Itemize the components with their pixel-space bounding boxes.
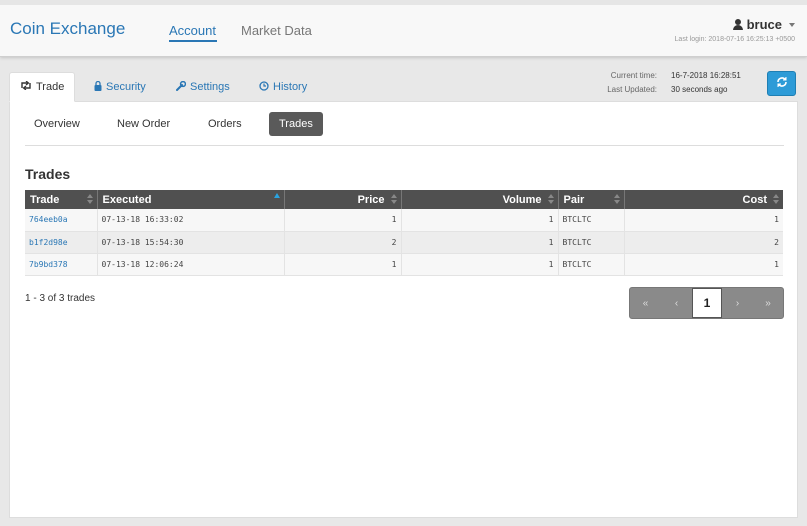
cost-cell: 1 — [624, 253, 783, 276]
refresh-icon — [776, 76, 788, 91]
col-header-price[interactable]: Price — [284, 190, 402, 209]
caret-down-icon — [789, 22, 795, 27]
executed-cell: 07-13-18 12:06:24 — [97, 253, 285, 276]
nav-account-underline — [169, 40, 217, 42]
tab-settings-label: Settings — [190, 81, 230, 93]
pagination: « ‹ 1 › » — [629, 287, 784, 319]
top-navbar: Coin Exchange Account Market Data bruce … — [0, 0, 807, 57]
col-header-price-label: Price — [357, 193, 385, 206]
current-time-value: 16-7-2018 16:28:51 — [671, 71, 741, 80]
pager-next-button[interactable]: › — [722, 288, 753, 318]
sort-icon — [390, 194, 397, 205]
trade-id-link[interactable]: 7b9bd378 — [25, 253, 98, 276]
cost-cell: 1 — [624, 209, 783, 232]
col-header-volume[interactable]: Volume — [401, 190, 559, 209]
price-cell: 1 — [284, 209, 402, 232]
sort-icon — [86, 194, 93, 205]
col-header-cost-label: Cost — [742, 193, 767, 206]
executed-cell: 07-13-18 16:33:02 — [97, 209, 285, 232]
col-header-executed[interactable]: Executed — [97, 190, 285, 209]
nav-account[interactable]: Account — [169, 23, 216, 38]
sort-icon — [773, 194, 779, 205]
trade-id-link[interactable]: b1f2d98e — [25, 231, 98, 254]
trades-table: Trade Executed Price Volume Pair Cost 76… — [25, 190, 783, 276]
subnav-new-order[interactable]: New Order — [107, 112, 180, 136]
volume-cell: 1 — [401, 231, 559, 254]
tab-trade-label: Trade — [36, 81, 65, 93]
tab-settings[interactable]: Settings — [166, 72, 240, 102]
refresh-button[interactable] — [767, 71, 796, 96]
pager-first-button[interactable]: « — [630, 288, 661, 318]
sort-icon — [547, 194, 554, 205]
col-header-executed-label: Executed — [102, 193, 152, 206]
pair-cell: BTCLTC — [558, 231, 625, 254]
brand-logo[interactable]: Coin Exchange — [10, 19, 125, 39]
tab-history-label: History — [273, 81, 308, 93]
user-menu[interactable]: bruce — [732, 17, 795, 32]
subnav-orders[interactable]: Orders — [198, 112, 252, 136]
table-row[interactable]: b1f2d98e 07-13-18 15:54:30 2 1 BTCLTC 2 — [25, 231, 783, 254]
col-header-cost[interactable]: Cost — [624, 190, 783, 209]
time-info: Current time: 16-7-2018 16:28:51 Last Up… — [587, 69, 757, 99]
executed-cell: 07-13-18 15:54:30 — [97, 231, 285, 254]
tab-security-label: Security — [106, 81, 146, 93]
table-header-row: Trade Executed Price Volume Pair Cost — [25, 190, 783, 209]
pager-current-page[interactable]: 1 — [692, 288, 722, 318]
col-header-trade-label: Trade — [30, 193, 60, 206]
volume-cell: 1 — [401, 209, 559, 232]
trade-id-link[interactable]: 764eeb0a — [25, 209, 98, 232]
cost-cell: 2 — [624, 231, 783, 254]
tab-trade[interactable]: Trade — [9, 72, 76, 102]
user-icon — [732, 19, 743, 30]
col-header-pair-label: Pair — [563, 193, 585, 206]
subnav-overview[interactable]: Overview — [24, 112, 90, 136]
clock-icon — [259, 80, 269, 94]
price-cell: 1 — [284, 253, 402, 276]
pager-prev-button[interactable]: ‹ — [661, 288, 692, 318]
volume-cell: 1 — [401, 253, 559, 276]
nav-market-data[interactable]: Market Data — [241, 23, 312, 38]
col-header-pair[interactable]: Pair — [558, 190, 625, 209]
lock-icon — [94, 80, 102, 94]
retweet-icon — [20, 80, 32, 93]
section-title: Trades — [25, 166, 71, 182]
current-time-label: Current time: — [610, 71, 657, 80]
col-header-trade[interactable]: Trade — [25, 190, 98, 209]
subnav-trades[interactable]: Trades — [269, 112, 323, 136]
tab-security[interactable]: Security — [84, 72, 156, 102]
last-updated-value: 30 seconds ago — [671, 85, 728, 94]
wrench-icon — [176, 80, 187, 94]
subnav-divider — [25, 145, 784, 146]
pager-last-button[interactable]: » — [753, 288, 783, 318]
table-row[interactable]: 7b9bd378 07-13-18 12:06:24 1 1 BTCLTC 1 — [25, 253, 783, 276]
user-name: bruce — [746, 17, 782, 32]
price-cell: 2 — [284, 231, 402, 254]
table-row[interactable]: 764eeb0a 07-13-18 16:33:02 1 1 BTCLTC 1 — [25, 209, 783, 232]
col-header-volume-label: Volume — [502, 193, 542, 206]
tab-history[interactable]: History — [249, 72, 317, 102]
last-updated-label: Last Updated: — [607, 85, 657, 94]
sort-icon — [613, 194, 620, 205]
sort-asc-icon — [273, 193, 280, 198]
pair-cell: BTCLTC — [558, 209, 625, 232]
last-login: Last login: 2018-07-16 16:25:13 +0500 — [674, 36, 795, 43]
results-summary: 1 - 3 of 3 trades — [25, 293, 96, 304]
pair-cell: BTCLTC — [558, 253, 625, 276]
